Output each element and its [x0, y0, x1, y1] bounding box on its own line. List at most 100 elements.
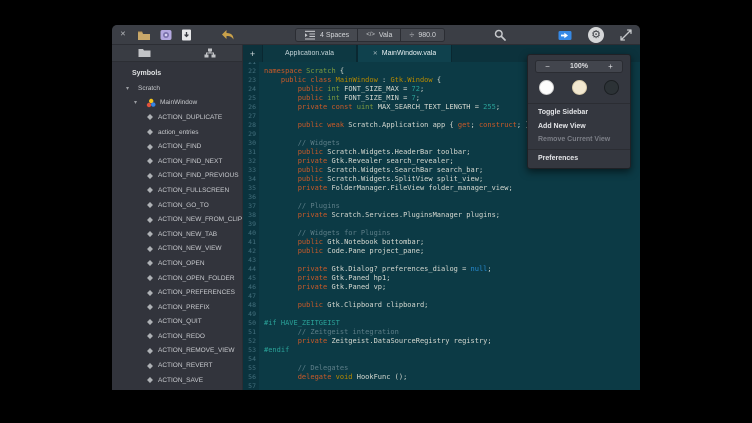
tab[interactable]: Application.vala — [262, 45, 357, 62]
window-close-icon[interactable]: ✕ — [120, 25, 126, 45]
tab-label: MainWindow.vala — [382, 50, 436, 57]
code-text — [259, 256, 264, 265]
line-number: 29 — [243, 130, 259, 139]
sidebar-view-switcher — [112, 45, 243, 62]
code-text: public int FONT_SIZE_MIN = 7; — [259, 94, 420, 103]
zoom-level-label: 100% — [559, 60, 599, 73]
light-scheme[interactable] — [539, 80, 554, 95]
line-number: 42 — [243, 247, 259, 256]
outline-icon — [204, 48, 216, 58]
symbol-row[interactable]: ACTION_NEW_VIEW — [112, 242, 242, 257]
symbol-row[interactable]: ACTION_REMOVE_VIEW — [112, 344, 242, 359]
templates-icon[interactable] — [160, 29, 172, 41]
symbol-row[interactable]: ACTION_FIND — [112, 139, 242, 154]
code-line: 46 private Gtk.Paned vp; — [243, 283, 640, 292]
symbol-row[interactable]: ACTION_GO_TO — [112, 198, 242, 213]
revert-icon[interactable] — [221, 29, 235, 41]
button-label: 4 Spaces — [320, 32, 349, 39]
symbol-row[interactable]: ACTION_FIND_NEXT — [112, 154, 242, 169]
symbol-row[interactable]: ACTION_SAVE_AS — [112, 387, 242, 390]
menu-item[interactable]: Toggle Sidebar — [528, 106, 630, 120]
tab[interactable]: ✕ MainWindow.vala — [357, 45, 452, 62]
symbol-label: ACTION_FIND_NEXT — [158, 158, 222, 165]
field-icon — [146, 245, 154, 253]
export-icon[interactable] — [558, 30, 572, 41]
symbol-row[interactable]: ACTION_NEW_FROM_CLIPBOARD — [112, 212, 242, 227]
sepia-scheme[interactable] — [572, 80, 587, 95]
symbol-row[interactable]: ACTION_PREFIX — [112, 300, 242, 315]
class-icon — [146, 98, 156, 108]
symbol-row[interactable]: ACTION_QUIT — [112, 315, 242, 330]
code-text: namespace Scratch { — [259, 67, 344, 76]
indentation-button[interactable]: 4 Spaces — [295, 28, 357, 42]
field-icon — [146, 143, 154, 151]
symbol-row[interactable]: ▾Scratch — [112, 81, 242, 96]
symbol-row[interactable]: ACTION_FULLSCREEN — [112, 183, 242, 198]
symbol-row[interactable]: ACTION_DUPLICATE — [112, 110, 242, 125]
language-button[interactable]: </>Vala — [357, 28, 400, 42]
symbol-row[interactable]: ACTION_OPEN_FOLDER — [112, 271, 242, 286]
code-line: 39 — [243, 220, 640, 229]
goto-line-button[interactable]: ÷980.0 — [400, 28, 444, 42]
symbol-label: ACTION_PREFERENCES — [158, 289, 235, 296]
headerbar-buttons: 4 Spaces </>Vala÷980.0 — [295, 28, 445, 42]
code-line: 51 // Zeitgeist integration — [243, 328, 640, 337]
line-number: 41 — [243, 238, 259, 247]
code-line: 48 public Gtk.Clipboard clipboard; — [243, 301, 640, 310]
gear-icon[interactable]: ⚙ — [588, 27, 604, 43]
code-text: public Scratch.Widgets.SplitView split_v… — [259, 175, 483, 184]
symbol-row[interactable]: ACTION_OPEN — [112, 256, 242, 271]
expander-icon[interactable]: ▾ — [134, 99, 142, 106]
field-icon — [146, 376, 154, 384]
divide-icon: ÷ — [409, 30, 414, 40]
symbols-view-button[interactable] — [177, 45, 242, 61]
menu-item[interactable]: Preferences — [528, 152, 630, 166]
new-tab-button[interactable]: + — [243, 45, 262, 62]
field-icon — [146, 332, 154, 340]
symbol-row[interactable]: ACTION_SAVE — [112, 373, 242, 388]
line-number: 30 — [243, 139, 259, 148]
code-text — [259, 310, 264, 319]
line-number: 44 — [243, 265, 259, 274]
symbol-row[interactable]: ACTION_PREFERENCES — [112, 285, 242, 300]
symbol-row[interactable]: ACTION_NEW_TAB — [112, 227, 242, 242]
color-scheme-row — [528, 78, 630, 101]
code-text: public Scratch.Widgets.HeaderBar toolbar… — [259, 148, 471, 157]
code-line: 37 // Plugins — [243, 202, 640, 211]
save-as-icon[interactable] — [181, 29, 192, 41]
menu-item[interactable]: Add New View — [528, 120, 630, 134]
symbol-row[interactable]: ACTION_REVERT — [112, 358, 242, 373]
symbol-row[interactable]: ACTION_FIND_PREVIOUS — [112, 169, 242, 184]
files-view-button[interactable] — [112, 45, 177, 61]
tab-close-icon[interactable]: ✕ — [373, 50, 378, 57]
symbol-label: ACTION_PREFIX — [158, 304, 210, 311]
code-text — [259, 130, 264, 139]
line-number: 23 — [243, 76, 259, 85]
symbol-row[interactable]: ▾ MainWindow — [112, 96, 242, 111]
line-number: 27 — [243, 112, 259, 121]
code-text: // Plugins — [259, 202, 340, 211]
line-number: 36 — [243, 193, 259, 202]
symbol-row[interactable]: ACTION_REDO — [112, 329, 242, 344]
line-number: 45 — [243, 274, 259, 283]
line-number: 37 — [243, 202, 259, 211]
expander-icon[interactable]: ▾ — [126, 85, 134, 92]
zoom-out-button[interactable]: − — [535, 60, 559, 73]
menu-item: Remove Current View — [528, 133, 630, 147]
code-line: 47 — [243, 292, 640, 301]
dark-scheme[interactable] — [604, 80, 619, 95]
code-line: 56 delegate void HookFunc (); — [243, 373, 640, 382]
symbol-label: MainWindow — [160, 99, 197, 106]
code-text: private FolderManager.FileView folder_ma… — [259, 184, 513, 193]
search-icon[interactable] — [494, 29, 506, 41]
code-line: 34 public Scratch.Widgets.SplitView spli… — [243, 175, 640, 184]
code-text: private Gtk.Paned vp; — [259, 283, 386, 292]
symbol-row[interactable]: action_entries — [112, 125, 242, 140]
expand-icon[interactable] — [620, 29, 632, 41]
field-icon — [146, 347, 154, 355]
field-icon — [146, 289, 154, 297]
line-number: 22 — [243, 67, 259, 76]
zoom-in-button[interactable]: + — [599, 60, 623, 73]
field-icon — [146, 303, 154, 311]
open-folder-icon[interactable] — [137, 30, 151, 41]
